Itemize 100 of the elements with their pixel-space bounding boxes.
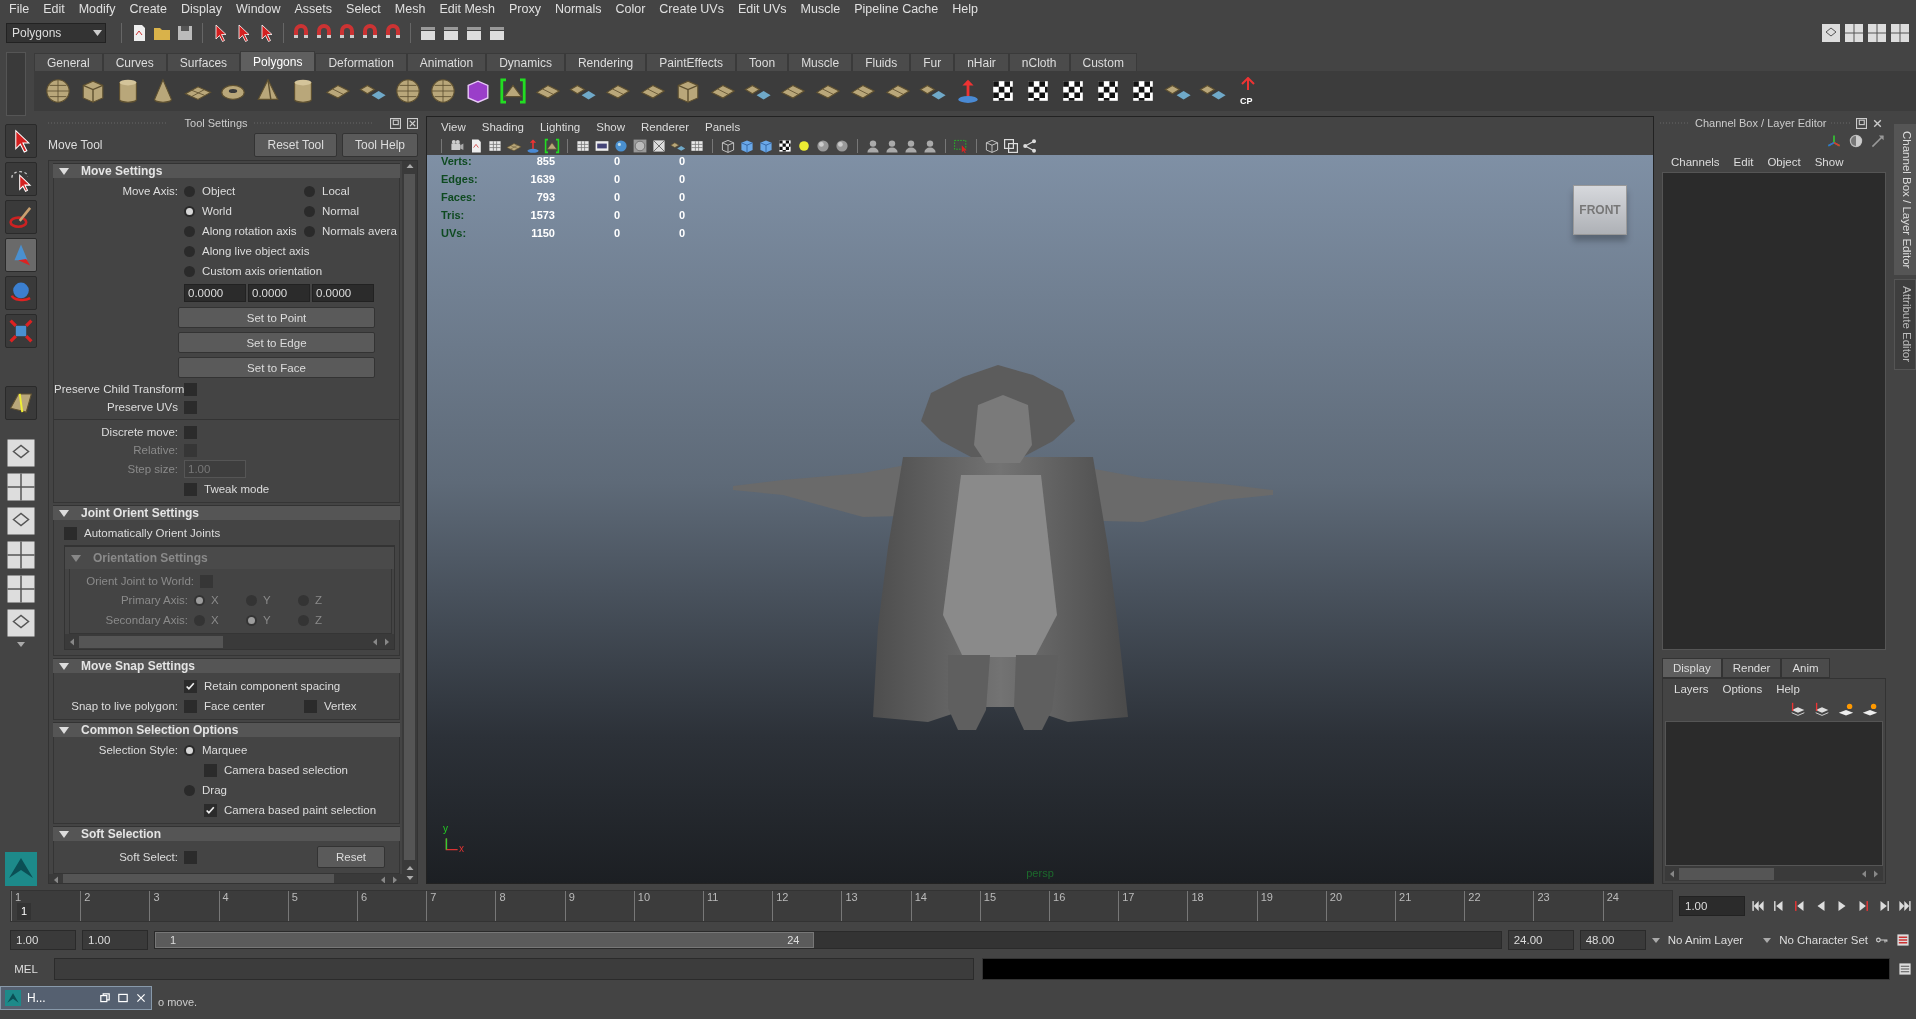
range-slider[interactable]: 1 24: [155, 932, 815, 948]
menu-item[interactable]: Assets: [287, 2, 340, 16]
menu-item[interactable]: Create: [122, 2, 175, 16]
mode-dropdown[interactable]: Polygons: [6, 23, 106, 43]
shelf-tab[interactable]: Deformation: [315, 53, 407, 71]
frame-number: 23: [1537, 891, 1550, 903]
option-label: Object: [202, 185, 236, 197]
menu-item[interactable]: Edit: [36, 2, 72, 16]
set-button[interactable]: Set to Edge: [178, 332, 375, 353]
number-field[interactable]: 0.0000: [184, 284, 246, 302]
shelf-tab[interactable]: Toon: [736, 53, 789, 71]
menu-item[interactable]: Channels: [1664, 156, 1727, 168]
option-label: Vertex: [324, 700, 357, 712]
range-end-label: 24: [787, 934, 800, 946]
frame-number: 14: [914, 891, 927, 903]
shelf-tab[interactable]: Animation: [406, 53, 487, 71]
frame-number: 10: [637, 891, 651, 903]
current-frame-marker[interactable]: 1: [17, 903, 31, 920]
menu-item[interactable]: Edit: [1726, 156, 1761, 168]
help-text: o move.: [158, 995, 198, 1008]
end-field[interactable]: 48.00: [1579, 930, 1646, 950]
menu-item[interactable]: Help: [945, 2, 985, 16]
stat-value: 0: [677, 191, 685, 203]
menu-item[interactable]: Show: [1807, 156, 1851, 168]
layer-tab[interactable]: Display: [1662, 658, 1722, 678]
menu-item[interactable]: File: [2, 2, 37, 16]
frame-number: 15: [983, 891, 997, 903]
frame-number: 5: [291, 891, 298, 903]
menu-item[interactable]: Options: [1715, 683, 1770, 695]
shelf-tab[interactable]: Curves: [102, 53, 167, 71]
layer-tab[interactable]: Anim: [1781, 658, 1830, 678]
menu-item[interactable]: Edit Mesh: [432, 2, 502, 16]
side-tab[interactable]: Attribute Editor: [1894, 279, 1916, 370]
menu-item[interactable]: Color: [608, 2, 653, 16]
frame-number: 8: [499, 891, 506, 903]
menu-item[interactable]: Mesh: [387, 2, 433, 16]
shelf-tab[interactable]: Custom: [1069, 53, 1137, 71]
stat-value: 0: [677, 155, 685, 167]
character-set-dropdown[interactable]: No Character Set: [1763, 930, 1868, 950]
menu-item[interactable]: Edit UVs: [730, 2, 794, 16]
shelf-tab[interactable]: nCloth: [1008, 53, 1070, 71]
frame-number: 16: [1053, 891, 1066, 903]
panel-title: Channel Box / Layer Editor: [1695, 117, 1827, 129]
menu-item[interactable]: Show: [588, 121, 633, 133]
menu-item[interactable]: Panels: [696, 121, 749, 133]
menu-item[interactable]: View: [433, 121, 474, 133]
option-label: Y: [263, 594, 271, 606]
side-tab[interactable]: Channel Box / Layer Editor: [1894, 124, 1916, 276]
menu-item[interactable]: Proxy: [501, 2, 548, 16]
menu-item[interactable]: Layers: [1667, 683, 1716, 695]
set-button[interactable]: Set to Point: [178, 307, 375, 328]
panel-button[interactable]: Reset Tool: [254, 133, 337, 157]
menu-item[interactable]: Display: [174, 2, 230, 16]
panel-button[interactable]: Tool Help: [341, 133, 418, 157]
start-field[interactable]: 1.00: [10, 930, 76, 950]
frame-field[interactable]: 1.00: [1679, 896, 1745, 916]
set-button[interactable]: Set to Face: [178, 357, 375, 378]
shelf-tab[interactable]: General: [34, 53, 103, 71]
menu-item[interactable]: Help: [1769, 683, 1807, 695]
option-label: Camera based selection: [224, 764, 348, 776]
option-label: Marquee: [202, 744, 248, 756]
shelf-tab[interactable]: Surfaces: [166, 53, 241, 71]
menu-item[interactable]: Normals: [547, 2, 609, 16]
stat-value: 793: [535, 191, 555, 203]
frame-number: 21: [1399, 891, 1412, 903]
option-label: Face center: [204, 700, 265, 712]
menu-item[interactable]: Renderer: [633, 121, 697, 133]
menu-item[interactable]: Object: [1760, 156, 1808, 168]
minimized-window[interactable]: H...: [0, 986, 152, 1010]
number-field[interactable]: 0.0000: [248, 284, 310, 302]
layer-tab[interactable]: Render: [1721, 658, 1782, 678]
menu-item[interactable]: Pipeline Cache: [847, 2, 946, 16]
menu-item[interactable]: Create UVs: [652, 2, 731, 16]
range-start-label: 1: [170, 934, 177, 946]
shelf-tab[interactable]: Rendering: [564, 53, 647, 71]
shelf-tab[interactable]: Polygons: [240, 51, 316, 71]
shelf-tab[interactable]: Muscle: [788, 53, 853, 71]
reset-button[interactable]: Reset: [316, 846, 385, 868]
menu-item[interactable]: Modify: [71, 2, 123, 16]
shelf-tab[interactable]: nHair: [954, 53, 1009, 71]
shelf-tab[interactable]: Fluids: [852, 53, 911, 71]
stat-label: UVs:: [441, 227, 468, 239]
start-field[interactable]: 1.00: [82, 930, 148, 950]
option-label: Z: [315, 614, 323, 626]
shelf-tab[interactable]: PaintEffects: [646, 53, 737, 71]
menu-item[interactable]: Lighting: [531, 121, 589, 133]
frame-number: 12: [776, 891, 789, 903]
option-label: Camera based paint selection: [224, 804, 377, 816]
end-field[interactable]: 24.00: [1507, 930, 1574, 950]
menu-item[interactable]: Shading: [473, 121, 532, 133]
option-label: Retain component spacing: [204, 680, 341, 692]
menu-item[interactable]: Window: [229, 2, 288, 16]
number-field[interactable]: 0.0000: [312, 284, 374, 302]
shelf-tab[interactable]: Dynamics: [486, 53, 565, 71]
shelf-tab[interactable]: Fur: [910, 53, 955, 71]
anim-layer-dropdown[interactable]: No Anim Layer: [1651, 930, 1744, 950]
menu-item[interactable]: Muscle: [793, 2, 848, 16]
shelf-label: CP: [1240, 96, 1253, 106]
menu-item[interactable]: Select: [339, 2, 388, 16]
option-label: X: [211, 614, 219, 626]
